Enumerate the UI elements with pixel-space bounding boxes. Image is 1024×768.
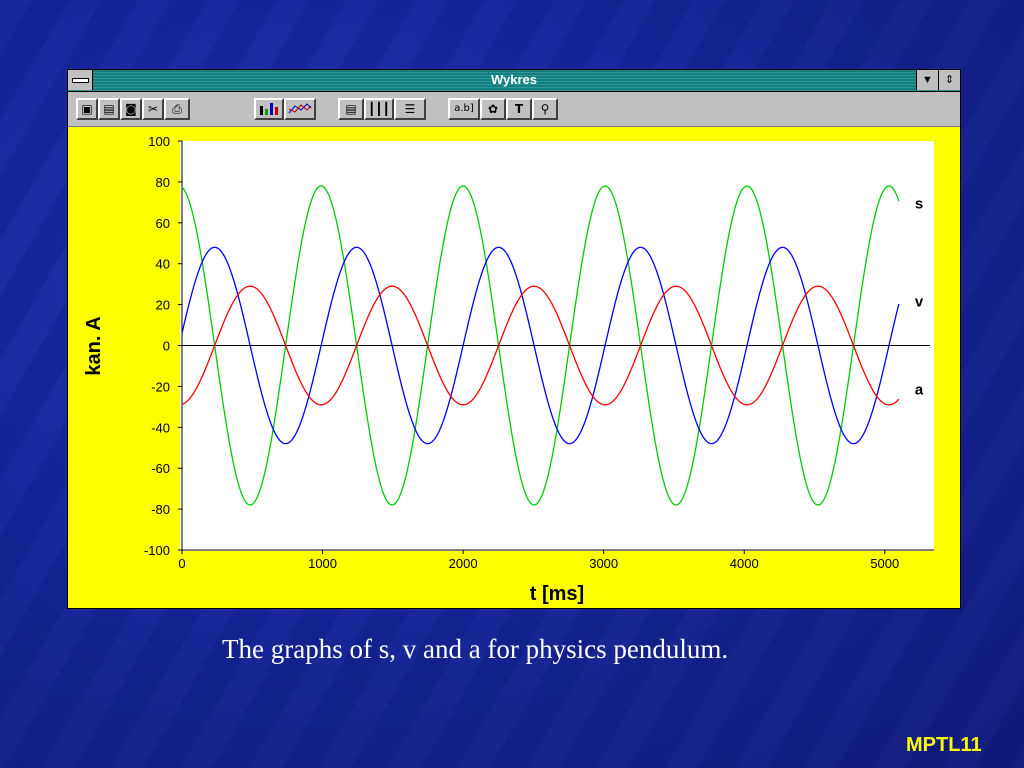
y-tick-label: -40: [151, 420, 170, 435]
x-tick-label: 5000: [870, 556, 899, 571]
save-icon[interactable]: ▣: [76, 98, 98, 120]
text-tool-icon[interactable]: T: [506, 98, 532, 120]
palette-icon[interactable]: ✿: [480, 98, 506, 120]
bar-chart-glyph: [260, 103, 278, 115]
x-tick-label: 1000: [308, 556, 337, 571]
columns-icon[interactable]: ┃┃┃: [364, 98, 394, 120]
save-as-icon[interactable]: ▤: [98, 98, 120, 120]
y-tick-label: 20: [156, 298, 170, 313]
minimize-button[interactable]: ▼: [916, 70, 938, 90]
rows-icon[interactable]: ☰: [394, 98, 426, 120]
y-tick-label: 60: [156, 216, 170, 231]
camera-icon[interactable]: ◙: [120, 98, 142, 120]
chart-svg: 100 80 60 40 20 0 -20 -40 -60 -80 -100 0 1000 2000 30…: [83, 134, 934, 605]
y-axis-label: kan. A: [83, 316, 105, 375]
x-tick-label: 3000: [589, 556, 618, 571]
restore-button[interactable]: ⇕: [938, 70, 960, 90]
line-chart-glyph: [288, 103, 312, 114]
y-tick-label: -20: [151, 379, 170, 394]
y-tick-label: 0: [163, 339, 170, 354]
window-title: Wykres: [490, 72, 537, 87]
label-icon[interactable]: a.b]: [448, 98, 480, 120]
y-tick-label: 100: [148, 134, 170, 149]
window-titlebar[interactable]: Wykres ▼ ⇕: [68, 70, 960, 92]
toolbar: ▣ ▤ ◙ ✂ ⎙ ▤ ┃┃┃ ☰ a.b] ✿ T ⚲: [68, 92, 960, 127]
zoom-icon[interactable]: ⚲: [532, 98, 558, 120]
conference-logo: MPTL11: [906, 734, 982, 756]
x-tick-label: 2000: [449, 556, 478, 571]
cut-icon[interactable]: ✂: [142, 98, 164, 120]
chart-window: Wykres ▼ ⇕ ▣ ▤ ◙ ✂ ⎙ ▤ ┃┃┃ ☰ a.b] ✿ T ⚲ …: [67, 69, 961, 609]
y-tick-label: -80: [151, 502, 170, 517]
y-tick-label: -60: [151, 461, 170, 476]
document-icon[interactable]: ▤: [338, 98, 364, 120]
bar-chart-icon[interactable]: [254, 98, 284, 120]
x-tick-label: 0: [178, 556, 185, 571]
series-label-s: s: [915, 195, 923, 212]
x-axis-label: t [ms]: [530, 583, 584, 605]
series-label-a: a: [915, 382, 924, 399]
print-icon[interactable]: ⎙: [164, 98, 190, 120]
plot-area: 100 80 60 40 20 0 -20 -40 -60 -80 -100 0 1000 2000 30…: [68, 127, 960, 608]
y-tick-label: -100: [144, 543, 170, 558]
series-label-v: v: [915, 294, 924, 311]
slide-caption: The graphs of s, v and a for physics pen…: [222, 634, 729, 664]
y-tick-label: 40: [156, 257, 170, 272]
y-tick-label: 80: [156, 175, 170, 190]
line-chart-icon[interactable]: [284, 98, 316, 120]
x-tick-label: 4000: [730, 556, 759, 571]
